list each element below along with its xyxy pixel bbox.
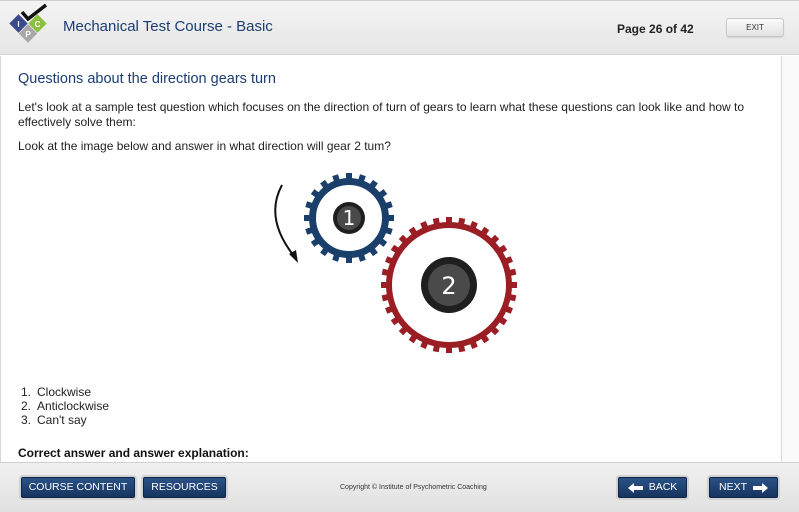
- checkmark-icon: [20, 3, 48, 22]
- footer-bar: COURSE CONTENT RESOURCES Copyright © Ins…: [0, 462, 799, 512]
- logo-letter-p: P: [25, 30, 31, 39]
- page-indicator: Page 26 of 42: [617, 22, 694, 36]
- gears-figure: 1 2: [274, 173, 517, 353]
- resources-button[interactable]: RESOURCES: [143, 477, 226, 498]
- answer-heading: Correct answer and answer explanation:: [18, 446, 249, 460]
- intro-text: Let's look at a sample test question whi…: [18, 100, 745, 129]
- option-label: Clockwise: [37, 385, 92, 399]
- option-item: 2. Anticlockwise: [21, 399, 110, 413]
- option-item: 1. Clockwise: [21, 385, 92, 399]
- course-title: Mechanical Test Course - Basic: [63, 18, 273, 35]
- copyright-text: Copyright © Institute of Psychometric Co…: [340, 484, 487, 491]
- section-title: Questions about the direction gears turn: [18, 71, 276, 87]
- content-panel: Questions about the direction gears turn…: [0, 56, 782, 462]
- logo-letter-i: I: [17, 20, 19, 29]
- gear-1-label: 1: [343, 206, 356, 230]
- course-content-button[interactable]: COURSE CONTENT: [21, 477, 135, 498]
- option-label: Anticlockwise: [37, 399, 110, 413]
- gear-2-label: 2: [441, 272, 456, 300]
- question-text: Look at the image below and answer in wh…: [18, 139, 391, 153]
- next-button[interactable]: NEXT: [709, 477, 778, 498]
- option-item: 3. Can't say: [21, 413, 87, 427]
- option-label: Can't say: [37, 413, 87, 427]
- arrow-left-icon: [627, 482, 643, 493]
- rotation-arrow-icon: [274, 184, 295, 257]
- exit-button[interactable]: EXIT: [726, 18, 784, 37]
- scrollbar[interactable]: [782, 56, 799, 462]
- logo-letter-c: C: [35, 20, 41, 29]
- back-button[interactable]: BACK: [618, 477, 687, 498]
- header-bar: I C P Mechanical Test Course - Basic Pag…: [0, 0, 799, 55]
- answer-options: 1. Clockwise 2. Anticlockwise 3. Can't say: [21, 385, 109, 427]
- ipc-logo: I C P: [9, 3, 48, 43]
- arrow-right-icon: [753, 482, 768, 493]
